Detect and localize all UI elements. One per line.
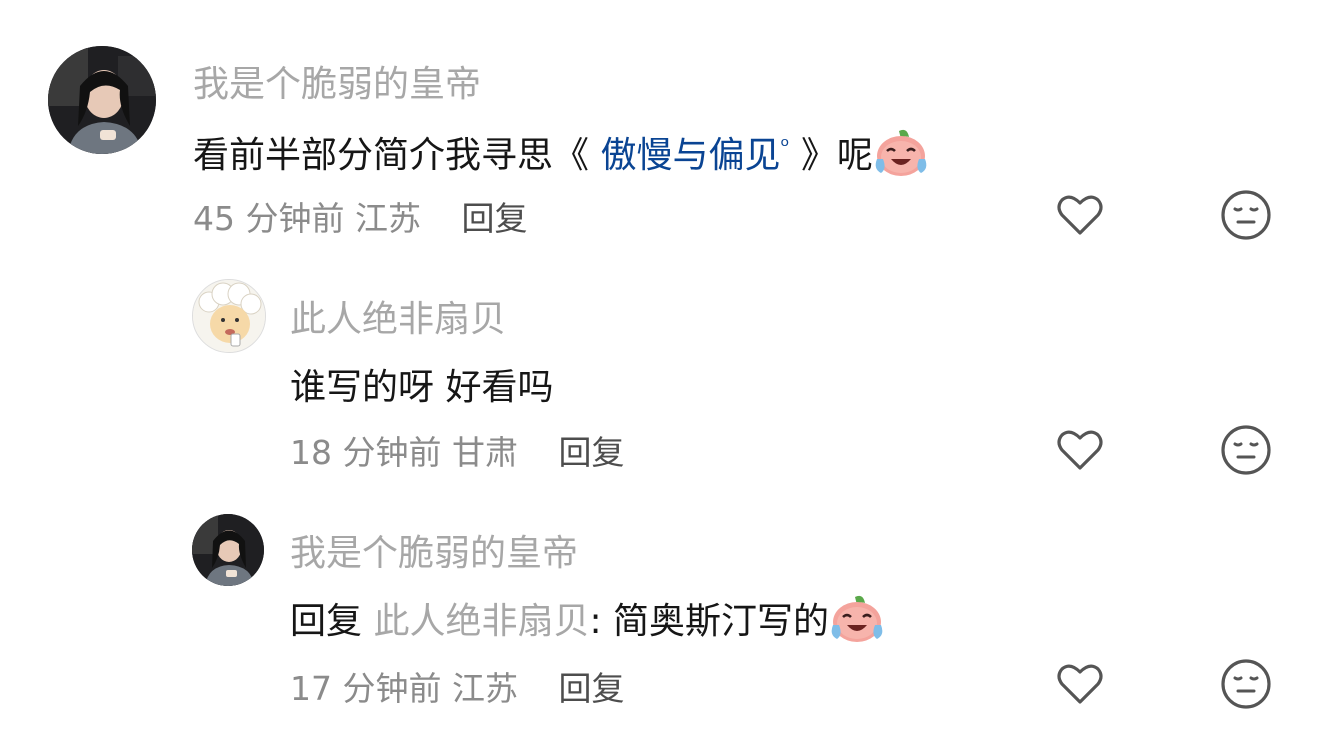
reply-button[interactable]: 回复 [461,199,527,238]
comment-username[interactable]: 我是个脆弱的皇帝 [193,55,481,107]
like-button[interactable] [1052,187,1108,243]
avatar[interactable] [192,279,266,353]
heart-outline-icon [1057,195,1103,235]
content-text: : 简奥斯汀写的 [589,601,830,642]
timestamp: 18 分钟前 [290,433,442,472]
comment-username[interactable]: 我是个脆弱的皇帝 [290,524,578,576]
avatar[interactable] [192,514,264,586]
reply-2: 我是个脆弱的皇帝 回复 此人绝非扇贝: 简奥斯汀写的 17 分钟前 江苏 回复 [0,500,1320,742]
neutral-face-icon [1221,659,1271,709]
reply-to-username[interactable]: 此人绝非扇贝 [373,601,589,642]
neutral-face-icon [1221,190,1271,240]
neutral-face-icon [1221,425,1271,475]
comment-meta: 45 分钟前 江苏 回复 [193,192,527,240]
sweat-laugh-emoji-icon [829,595,885,652]
heart-outline-icon [1057,430,1103,470]
comment-content: 看前半部分简介我寻思《 傲慢与偏见ᵒ 》呢 [193,126,929,186]
reply-prefix: 回复 [290,601,363,642]
book-search-link[interactable]: 傲慢与偏见ᵒ [589,134,801,176]
comment-username[interactable]: 此人绝非扇贝 [290,290,506,342]
heart-outline-icon [1057,664,1103,704]
comment-content: 谁写的呀 好看吗 [290,367,554,408]
content-text-after: 》呢 [801,135,874,176]
like-button[interactable] [1052,422,1108,478]
book-title-link[interactable]: 傲慢与偏见 [600,135,780,176]
reply-1: 此人绝非扇贝 谁写的呀 好看吗 18 分钟前 甘肃 回复 [0,260,1320,500]
reply-button[interactable]: 回复 [558,669,624,708]
like-button[interactable] [1052,656,1108,712]
comment-meta: 17 分钟前 江苏 回复 [290,662,624,710]
dislike-button[interactable] [1218,656,1274,712]
location: 江苏 [451,669,518,708]
timestamp: 17 分钟前 [290,669,442,708]
avatar[interactable] [48,46,156,154]
dislike-button[interactable] [1218,187,1274,243]
dislike-button[interactable] [1218,422,1274,478]
content-text: 看前半部分简介我寻思《 [193,135,590,176]
timestamp: 45 分钟前 [193,199,345,238]
location: 江苏 [354,199,421,238]
location: 甘肃 [451,433,518,472]
comment-1: 我是个脆弱的皇帝 看前半部分简介我寻思《 傲慢与偏见ᵒ 》呢 45 分钟前 江苏… [0,0,1320,260]
reply-button[interactable]: 回复 [558,433,624,472]
search-icon[interactable]: ᵒ [780,134,789,159]
sweat-laugh-emoji-icon [873,129,929,186]
comment-meta: 18 分钟前 甘肃 回复 [290,426,624,474]
comment-content: 回复 此人绝非扇贝: 简奥斯汀写的 [290,592,885,652]
